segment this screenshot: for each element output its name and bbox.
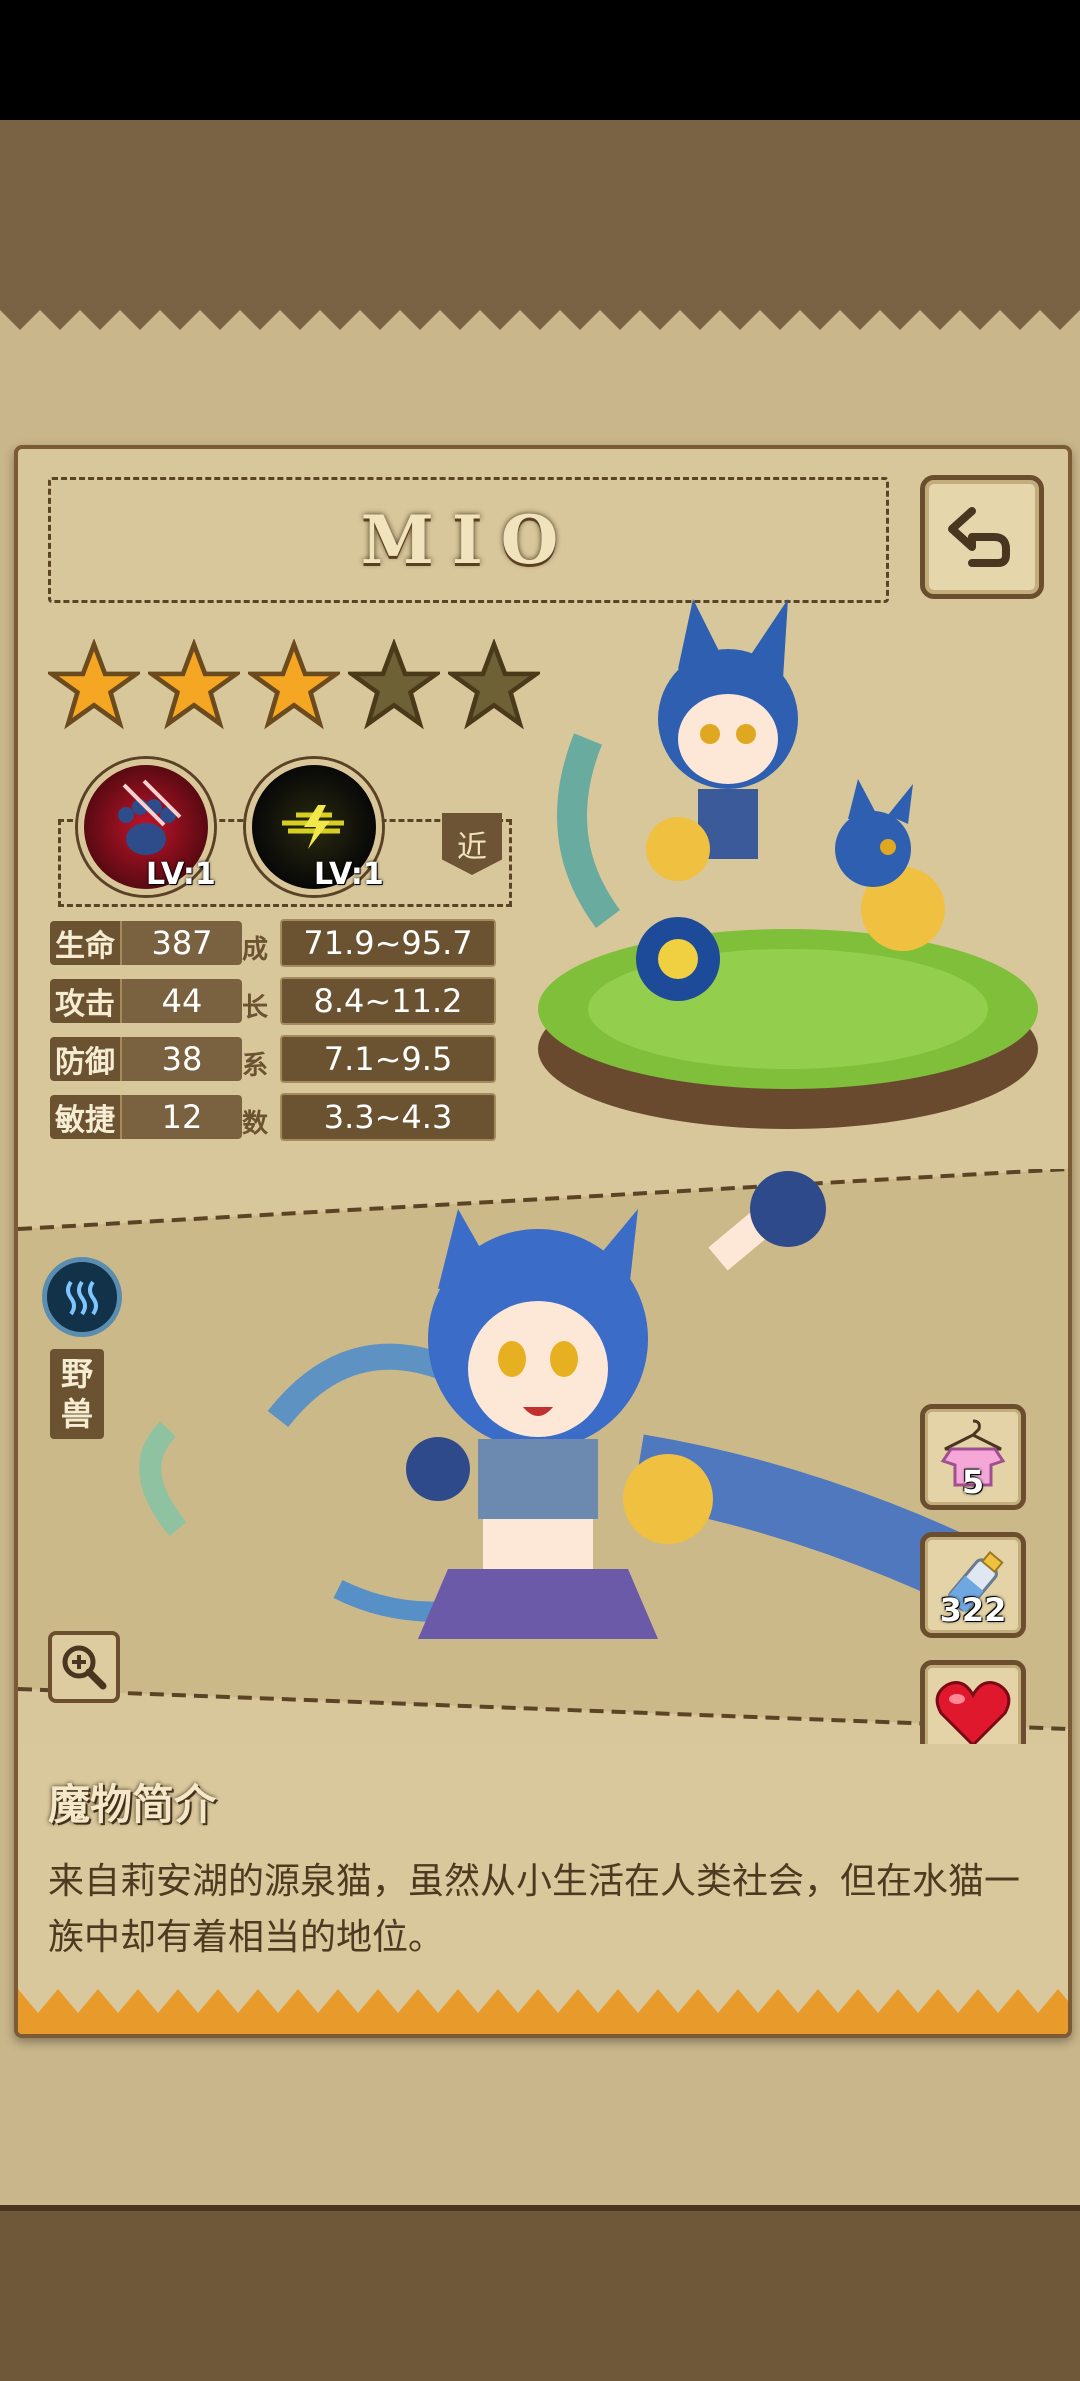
stat-row-defense: 防御 38 (50, 1037, 242, 1081)
growth-value: 8.4~11.2 (280, 977, 496, 1025)
back-arrow-icon (948, 507, 1010, 567)
water-element-icon[interactable] (42, 1257, 122, 1337)
magnifier-icon (62, 1645, 107, 1690)
growth-label-char: 长 (242, 993, 269, 1023)
type-tag-char: 兽 (60, 1395, 93, 1433)
skill-1-level: LV:1 (146, 857, 216, 892)
growth-label-char: 系 (242, 1051, 269, 1081)
description-title: 魔物简介 (48, 1780, 217, 1829)
star-filled-icon (48, 639, 140, 730)
growth-value: 71.9~95.7 (280, 919, 496, 967)
skill-2[interactable]: LV:1 (246, 759, 384, 895)
stat-name: 攻击 (50, 979, 120, 1023)
outfit-count: 5 (961, 1463, 985, 1501)
outfit-button[interactable]: 5 (920, 1404, 1026, 1510)
status-bar-area (0, 0, 1080, 120)
star-empty-icon (448, 639, 540, 730)
chibi-model-preview (538, 599, 1038, 1129)
stat-row-attack: 攻击 44 (50, 979, 242, 1023)
growth-label-char: 数 (242, 1109, 269, 1139)
stat-value: 12 (120, 1095, 242, 1139)
top-map-strip (0, 120, 1080, 296)
monster-card: MIO LV:1 LV:1 近 生命 387 攻击 44 防御 38 敏捷 12… (14, 445, 1072, 2038)
stat-value: 38 (120, 1037, 242, 1081)
rarity-stars (48, 639, 540, 731)
stat-row-agility: 敏捷 12 (50, 1095, 242, 1139)
bottle-count: 322 (939, 1591, 1007, 1629)
stat-name: 生命 (50, 921, 120, 965)
stat-name: 防御 (50, 1037, 120, 1081)
skill-1[interactable]: LV:1 (78, 759, 216, 895)
top-zigzag-edge (0, 290, 1080, 330)
description-text: 来自莉安湖的源泉猫，虽然从小生活在人类社会，但在水猫一族中却有着相当的地位。 (48, 1861, 1021, 1958)
paper-bottom-zigzag (0, 2165, 1080, 2185)
growth-value: 7.1~9.5 (280, 1035, 496, 1083)
type-tag-char: 野 (60, 1355, 93, 1393)
card-bottom-zigzag (18, 1989, 1068, 2034)
growth-label-char: 成 (242, 935, 269, 965)
feed-bottle-button[interactable]: 322 (920, 1532, 1026, 1638)
stat-value: 44 (120, 979, 242, 1023)
stat-row-hp: 生命 387 (50, 921, 242, 965)
zoom-button[interactable] (48, 1631, 120, 1703)
monster-type-tag: 野 兽 (50, 1349, 104, 1439)
growth-value: 3.3~4.3 (280, 1093, 496, 1141)
bottom-map-strip (0, 2205, 1080, 2381)
water-icon (66, 1280, 98, 1316)
skill-2-level: LV:1 (314, 857, 384, 892)
star-empty-icon (348, 639, 440, 730)
star-filled-icon (148, 639, 240, 730)
stat-value: 387 (120, 921, 242, 965)
character-illustration (18, 1169, 1068, 1731)
star-filled-icon (248, 639, 340, 730)
stat-name: 敏捷 (50, 1095, 120, 1139)
